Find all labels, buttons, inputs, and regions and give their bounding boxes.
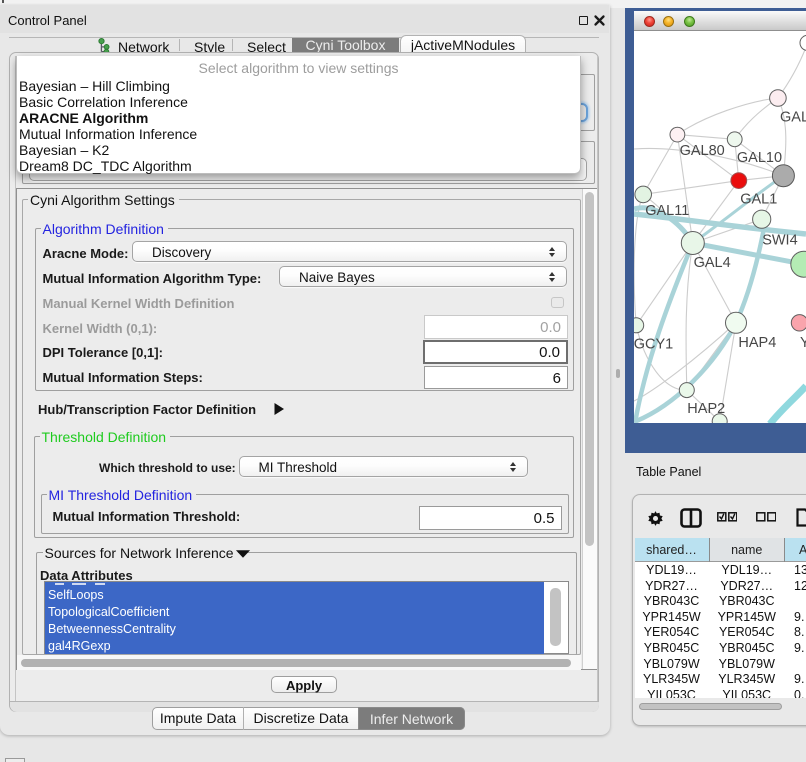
svg-text:GAL80: GAL80 bbox=[680, 143, 725, 159]
svg-text:HAP4: HAP4 bbox=[738, 335, 776, 351]
svg-text:GCY1: GCY1 bbox=[634, 336, 673, 352]
svg-text:GAL10: GAL10 bbox=[737, 150, 782, 166]
svg-text:GAL1: GAL1 bbox=[740, 191, 777, 207]
svg-text:YM: YM bbox=[800, 335, 806, 351]
svg-text:GAL7: GAL7 bbox=[780, 109, 806, 125]
svg-text:GAL4: GAL4 bbox=[694, 255, 731, 271]
svg-text:SWI4: SWI4 bbox=[762, 232, 797, 248]
svg-text:HAP2: HAP2 bbox=[687, 401, 725, 417]
svg-text:GAL11: GAL11 bbox=[645, 203, 689, 219]
